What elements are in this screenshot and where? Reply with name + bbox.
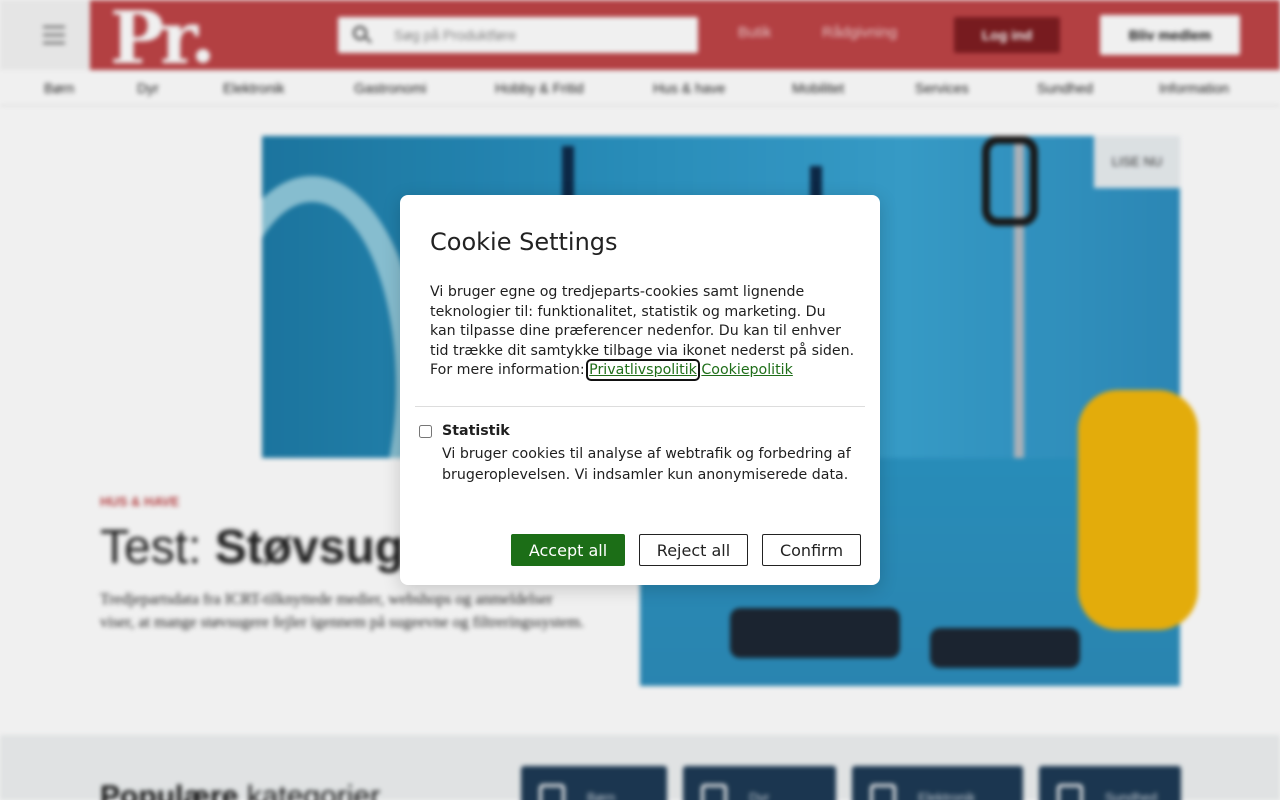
reject-all-button[interactable]: Reject all [639, 534, 748, 566]
statistik-title: Statistik [442, 423, 510, 439]
dialog-title: Cookie Settings [430, 228, 618, 256]
statistik-description: Vi bruger cookies til analyse af webtraf… [442, 446, 851, 483]
dialog-divider [415, 406, 865, 407]
accept-all-button[interactable]: Accept all [511, 534, 625, 566]
privacy-policy-link[interactable]: Privatlivspolitik [586, 359, 700, 382]
confirm-button[interactable]: Confirm [762, 534, 861, 566]
statistik-checkbox[interactable] [419, 425, 432, 438]
cookie-settings-dialog: Cookie Settings Vi bruger egne og tredje… [400, 195, 880, 585]
cookie-policy-link[interactable]: Cookiepolitik [701, 362, 792, 378]
dialog-description: Vi bruger egne og tredjeparts-cookies sa… [430, 283, 855, 382]
